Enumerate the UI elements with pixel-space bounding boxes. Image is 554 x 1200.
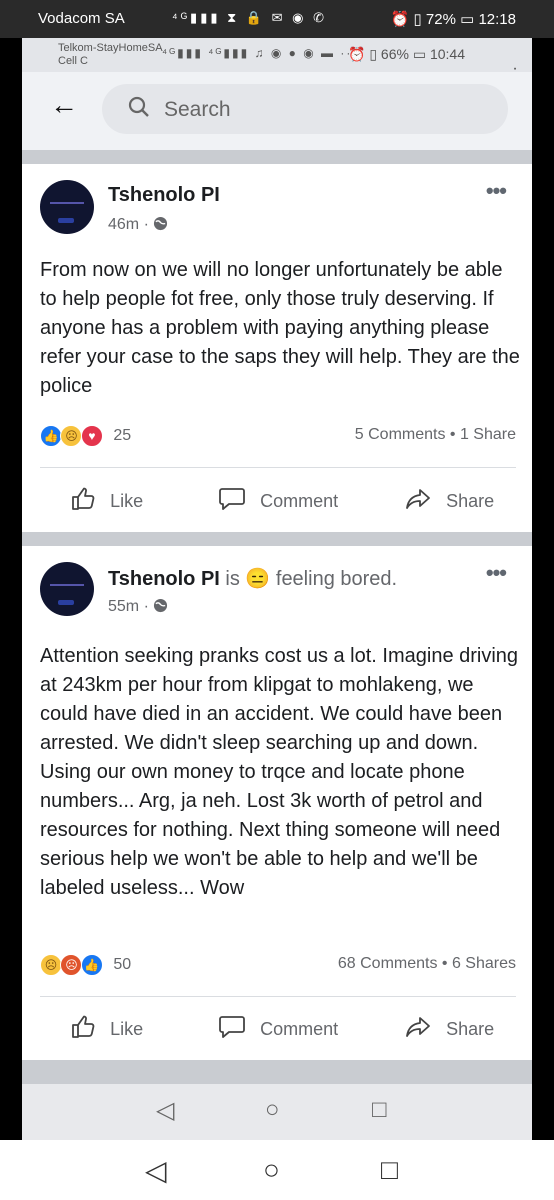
post-author-line: Tshenolo PI is 😑 feeling bored. xyxy=(108,566,397,591)
inner-status-right: ⏰ ▯ 66% ▭ 10:44 xyxy=(348,46,465,62)
divider xyxy=(40,996,516,997)
search-placeholder: Search xyxy=(164,98,231,121)
recents-nav-icon[interactable]: □ xyxy=(381,1154,398,1186)
like-button[interactable]: Like xyxy=(70,486,143,518)
inner-status-icons: ⁴ᴳ▮▮▮ ⁴ᴳ▮▮▮ ♫ ◉ ● ◉ ▬ ··· xyxy=(162,46,359,60)
divider xyxy=(40,467,516,468)
feeling-status: is 😑 feeling bored. xyxy=(225,568,398,590)
feed-separator xyxy=(22,532,532,546)
like-reaction-icon: 👍 xyxy=(80,954,103,976)
like-reaction-icon: 👍 xyxy=(40,425,62,447)
feed-separator xyxy=(22,1060,532,1084)
post-card: Tshenolo PI is 😑 feeling bored. 55m · ••… xyxy=(22,546,532,1060)
reaction-count: 50 xyxy=(113,956,132,973)
post-time[interactable]: 55m xyxy=(108,598,139,615)
post-more-icon[interactable]: ••• xyxy=(486,560,507,586)
avatar-detail xyxy=(50,202,84,204)
comment-label: Comment xyxy=(260,1018,339,1039)
sad-reaction-icon: ☹ xyxy=(60,425,83,447)
reaction-summary[interactable]: 👍 ☹ ♥ 25 xyxy=(40,425,131,447)
outer-navigation-bar: ◁ ○ □ xyxy=(0,1140,554,1200)
avatar[interactable] xyxy=(40,180,94,234)
comment-button[interactable]: Comment xyxy=(218,1014,338,1046)
comment-bubble-icon xyxy=(218,488,252,517)
search-header: ← Search xyxy=(22,72,532,150)
reaction-summary[interactable]: ☹ ☹ 👍 50 xyxy=(40,954,131,976)
outer-status-right: ⏰ ▯ 72% ▭ 12:18 xyxy=(390,11,516,28)
feed-separator xyxy=(22,150,532,164)
like-label: Like xyxy=(110,1018,144,1039)
comment-bubble-icon xyxy=(218,1016,252,1045)
back-nav-icon[interactable]: ◁ xyxy=(145,1154,167,1187)
share-label: Share xyxy=(446,1018,495,1039)
share-button[interactable]: Share xyxy=(404,486,494,518)
avatar-detail xyxy=(50,584,84,586)
inner-navigation-bar: ◁ ○ □ xyxy=(22,1084,532,1140)
thumbs-up-icon xyxy=(70,1015,102,1045)
inner-carrier-line1: Telkom-StayHomeSA xyxy=(58,42,163,54)
like-label: Like xyxy=(110,490,144,511)
reaction-count: 25 xyxy=(113,427,132,444)
home-nav-icon[interactable]: ○ xyxy=(263,1154,280,1186)
inner-home-nav-icon[interactable]: ○ xyxy=(265,1096,280,1124)
post-text: From now on we will no longer unfortunat… xyxy=(40,259,520,397)
search-icon xyxy=(128,96,150,124)
globe-icon xyxy=(153,216,168,233)
post-text: Attention seeking pranks cost us a lot. … xyxy=(40,645,519,899)
comments-shares-count[interactable]: 5 Comments • 1 Share xyxy=(355,426,516,444)
inner-status-bar: Telkom-StayHomeSA Cell C ⁴ᴳ▮▮▮ ⁴ᴳ▮▮▮ ♫ ◉… xyxy=(22,38,532,72)
comments-shares-count[interactable]: 68 Comments • 6 Shares xyxy=(338,955,516,973)
inner-carrier-line2: Cell C xyxy=(58,55,88,67)
inner-carrier: Telkom-StayHomeSA Cell C xyxy=(58,42,163,68)
outer-status-icons: ⁴ᴳ▮▮▮ ⧗ 🔒 ✉ ◉ ✆ xyxy=(172,10,327,25)
share-arrow-icon xyxy=(404,489,438,517)
thumbs-up-icon xyxy=(70,487,102,517)
inner-screenshot: Telkom-StayHomeSA Cell C ⁴ᴳ▮▮▮ ⁴ᴳ▮▮▮ ♫ ◉… xyxy=(22,38,532,1140)
outer-status-bar: Vodacom SA ⁴ᴳ▮▮▮ ⧗ 🔒 ✉ ◉ ✆ ⏰ ▯ 72% ▭ 12:… xyxy=(0,0,554,38)
post-time[interactable]: 46m xyxy=(108,216,139,233)
share-arrow-icon xyxy=(404,1017,438,1045)
outer-carrier: Vodacom SA xyxy=(38,10,125,27)
search-input[interactable]: Search xyxy=(102,84,508,134)
post-meta: 46m · xyxy=(108,216,168,234)
avatar[interactable] xyxy=(40,562,94,616)
back-arrow-icon[interactable]: ← xyxy=(50,89,78,121)
post-author[interactable]: Tshenolo PI xyxy=(108,568,220,590)
like-button[interactable]: Like xyxy=(70,1014,143,1046)
avatar-detail xyxy=(58,218,74,223)
post-card: Tshenolo PI 46m · ••• From now on we wil… xyxy=(22,164,532,532)
post-author[interactable]: Tshenolo PI xyxy=(108,184,220,207)
share-button[interactable]: Share xyxy=(404,1014,494,1046)
love-reaction-icon: ♥ xyxy=(80,425,103,447)
post-meta: 55m · xyxy=(108,598,168,616)
post-more-icon[interactable]: ••• xyxy=(486,178,507,204)
comment-button[interactable]: Comment xyxy=(218,486,338,518)
share-label: Share xyxy=(446,490,495,511)
angry-reaction-icon: ☹ xyxy=(60,954,83,976)
inner-back-nav-icon[interactable]: ◁ xyxy=(156,1096,174,1125)
comment-label: Comment xyxy=(260,490,339,511)
inner-recents-nav-icon[interactable]: □ xyxy=(372,1096,387,1124)
avatar-detail xyxy=(58,600,74,605)
globe-icon xyxy=(153,598,168,615)
sad-reaction-icon: ☹ xyxy=(40,954,62,976)
